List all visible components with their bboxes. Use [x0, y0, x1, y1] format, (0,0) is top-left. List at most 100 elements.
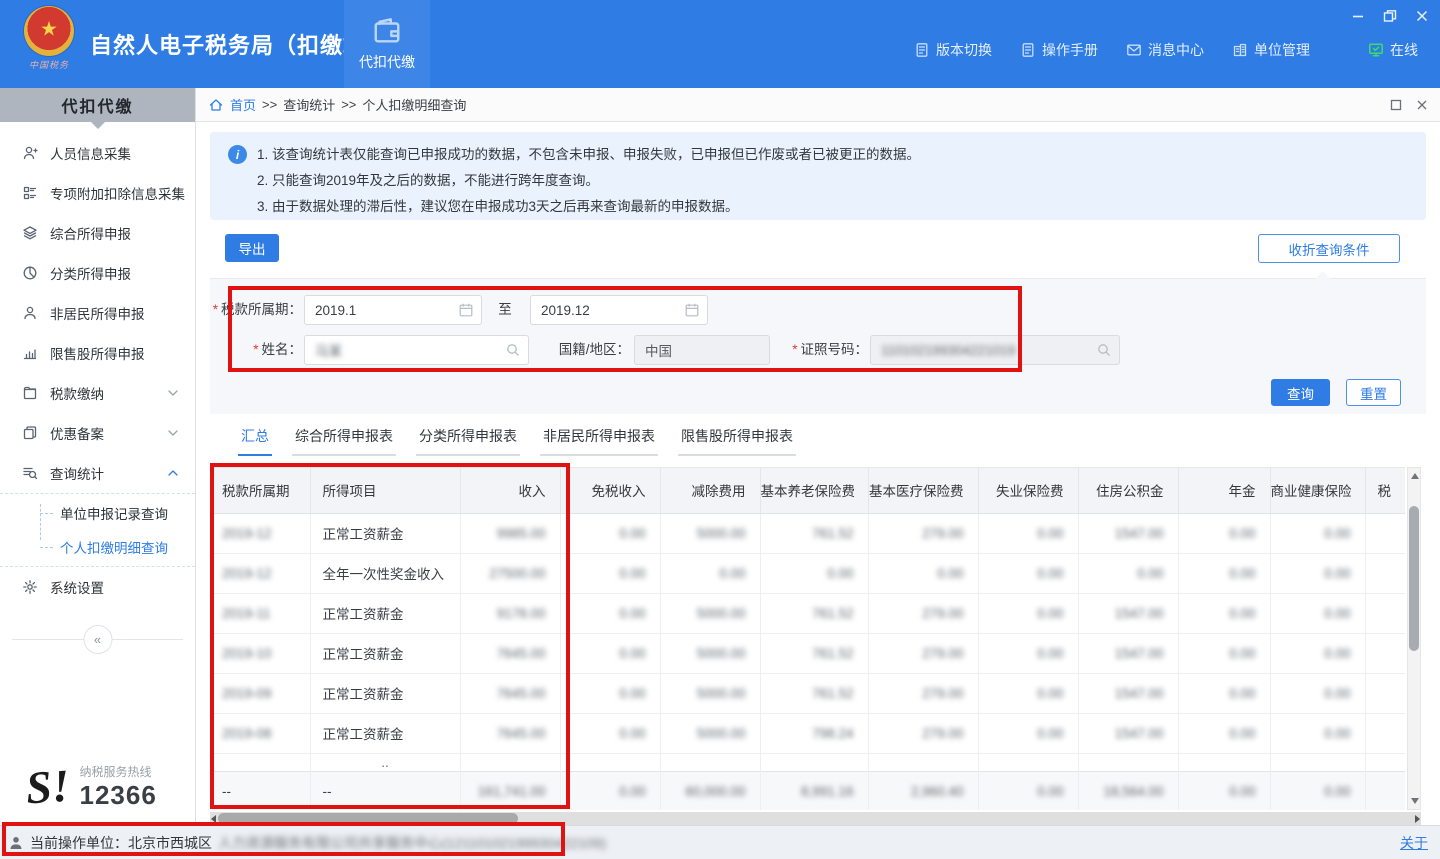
fold-query-button[interactable]: 收折查询条件: [1258, 234, 1400, 263]
scroll-up-arrow-icon[interactable]: [1411, 473, 1419, 479]
cell-deduction: 5000.00: [660, 673, 760, 713]
table-row[interactable]: 2019-12全年一次性奖金收入27500.000.000.000.000.00…: [210, 553, 1405, 593]
cell-income: 9178.00: [460, 593, 560, 633]
home-icon: [208, 97, 224, 113]
cell-tax-free-income: 0.00: [560, 593, 660, 633]
sidebar-item-preferential-filing[interactable]: 优惠备案: [0, 413, 195, 453]
cell-pension: [760, 753, 868, 771]
search-list-icon: [22, 465, 38, 481]
table-row[interactable]: 2019-12正常工资薪金9985.000.005000.00761.52279…: [210, 513, 1405, 553]
close-button[interactable]: [1414, 8, 1430, 24]
query-button[interactable]: 查询: [1271, 379, 1330, 406]
layers-icon: [22, 225, 38, 241]
sidebar-item-tax-payment[interactable]: 税款缴纳: [0, 373, 195, 413]
vertical-scrollbar[interactable]: [1407, 467, 1421, 810]
horizontal-scrollbar[interactable]: [210, 812, 1421, 825]
cell-deduction: [660, 753, 760, 771]
tab-maximize-button[interactable]: [1390, 99, 1402, 111]
table-row[interactable]: 2019-10正常工资薪金7645.000.005000.00761.52279…: [210, 633, 1405, 673]
breadcrumb-home[interactable]: 首页: [230, 95, 256, 114]
scroll-left-arrow-icon[interactable]: [211, 815, 216, 823]
tab-nonresident-table[interactable]: 非居民所得申报表: [540, 426, 658, 456]
copy-icon: [22, 425, 38, 441]
menu-message-center[interactable]: 消息中心: [1126, 40, 1204, 60]
column-header-income: 收入: [460, 468, 560, 513]
menu-manual[interactable]: 操作手册: [1020, 40, 1098, 60]
status-bar: 当前操作单位：北京市西城区 人力资源服务有限公司共享服务中心(121101021…: [0, 825, 1440, 859]
cell-period: 2019-11: [210, 593, 310, 633]
menu-online-status[interactable]: 在线: [1368, 40, 1418, 60]
about-link[interactable]: 关于: [1400, 833, 1428, 853]
calendar-icon[interactable]: [684, 302, 700, 318]
cell-income: 7645.00: [460, 673, 560, 713]
cell-unemployment: 0.00: [978, 513, 1078, 553]
cell-housing-fund: 0.00: [1078, 553, 1178, 593]
total-income: 161,741.00: [460, 771, 560, 810]
cell-deduction: 0.00: [660, 553, 760, 593]
tab-close-button[interactable]: [1416, 99, 1428, 111]
restore-button[interactable]: [1382, 8, 1398, 24]
vertical-scroll-thumb[interactable]: [1409, 506, 1419, 651]
result-table-wrap: 税款所属期所得项目收入免税收入减除费用基本养老保险费基本医疗保险费失业保险费住房…: [210, 467, 1405, 810]
cell-tax-clipped: [1365, 713, 1405, 753]
minimize-button[interactable]: [1350, 8, 1366, 24]
cell-tax-clipped: [1365, 673, 1405, 713]
scroll-down-arrow-icon[interactable]: [1411, 798, 1419, 804]
sidebar-item-restricted-shares[interactable]: 限售股所得申报: [0, 333, 195, 373]
app-window: ★ 中国税务 自然人电子税务局（扣缴端） 代扣代缴 版本切换操作手册消息中心单位…: [0, 0, 1440, 859]
collapse-sidebar-button[interactable]: «: [83, 625, 112, 654]
table-row[interactable]: 2019-09正常工资薪金7645.000.005000.00761.52279…: [210, 673, 1405, 713]
horizontal-scroll-thumb[interactable]: [218, 813, 518, 824]
total-commercial-health: 0.00: [1270, 771, 1365, 810]
scroll-right-arrow-icon[interactable]: [1415, 815, 1420, 823]
tab-restricted-table[interactable]: 限售股所得申报表: [678, 426, 796, 456]
cell-tax-clipped: [1365, 633, 1405, 673]
table-row[interactable]: 2019-08正常工资薪金7645.000.005000.00798.24279…: [210, 713, 1405, 753]
menu-org-management[interactable]: 单位管理: [1232, 40, 1310, 60]
reset-button[interactable]: 重置: [1346, 379, 1401, 406]
cell-pension: 761.52: [760, 633, 868, 673]
cell-income: 7645.00: [460, 633, 560, 673]
cell-unemployment: [978, 753, 1078, 771]
export-button[interactable]: 导出: [225, 234, 279, 262]
sidebar-item-query-statistics[interactable]: 查询统计: [0, 453, 195, 493]
name-input[interactable]: 马某: [304, 335, 529, 365]
cell-pension: 798.24: [760, 713, 868, 753]
period-to-label: 至: [492, 295, 518, 325]
doc-icon: [1020, 42, 1036, 58]
sidebar-item-special-deduction[interactable]: 专项附加扣除信息采集: [0, 173, 195, 213]
sidebar-item-personnel-info[interactable]: 人员信息采集: [0, 133, 195, 173]
top-tab-withholding[interactable]: 代扣代缴: [344, 0, 430, 88]
tab-comprehensive-table[interactable]: 综合所得申报表: [292, 426, 396, 456]
main-panel: 首页 >> 查询统计 >> 个人扣缴明细查询 i 1. 该查询统计表仅能查询已申…: [196, 88, 1440, 825]
table-row-clipped: ..: [210, 753, 1405, 771]
search-icon[interactable]: [505, 342, 521, 358]
cell-medical: 279.00: [868, 673, 978, 713]
table-row[interactable]: 2019-11正常工资薪金9178.000.005000.00761.52279…: [210, 593, 1405, 633]
cell-income-item: 正常工资薪金: [310, 673, 460, 713]
calendar-icon[interactable]: [458, 302, 474, 318]
person-icon: [22, 305, 38, 321]
sidebar-item-nonresident-income[interactable]: 非居民所得申报: [0, 293, 195, 333]
chevron-up-icon: [165, 465, 181, 481]
sidebar-item-comprehensive-income[interactable]: 综合所得申报: [0, 213, 195, 253]
period-to-input[interactable]: 2019.12: [530, 295, 708, 325]
info-icon: i: [228, 145, 247, 164]
sidebar-item-classified-income[interactable]: 分类所得申报: [0, 253, 195, 293]
notice-line-1: 1. 该查询统计表仅能查询已申报成功的数据，不包含未申报、申报失败，已申报但已作…: [257, 142, 920, 168]
sidebar-subitem-org-declare-record-query[interactable]: 单位申报记录查询: [0, 496, 195, 530]
id-number-input[interactable]: 110102199304221019: [870, 335, 1120, 365]
sidebar-subitem-personal-withholding-detail-query[interactable]: 个人扣缴明细查询: [0, 530, 195, 564]
cell-unemployment: 0.00: [978, 633, 1078, 673]
tab-summary[interactable]: 汇总: [238, 426, 272, 456]
period-from-input[interactable]: 2019.1: [304, 295, 482, 325]
menu-version-switch[interactable]: 版本切换: [914, 40, 992, 60]
sidebar: 代扣代缴 人员信息采集专项附加扣除信息采集综合所得申报分类所得申报非居民所得申报…: [0, 88, 196, 825]
period-label: *税款所属期：: [210, 295, 302, 325]
column-header-annuity: 年金: [1178, 468, 1270, 513]
search-icon[interactable]: [1096, 342, 1112, 358]
cell-housing-fund: 1547.00: [1078, 593, 1178, 633]
sidebar-item-system-settings[interactable]: 系统设置: [0, 567, 195, 607]
tab-classified-table[interactable]: 分类所得申报表: [416, 426, 520, 456]
notice-box: i 1. 该查询统计表仅能查询已申报成功的数据，不包含未申报、申报失败，已申报但…: [210, 132, 1426, 220]
